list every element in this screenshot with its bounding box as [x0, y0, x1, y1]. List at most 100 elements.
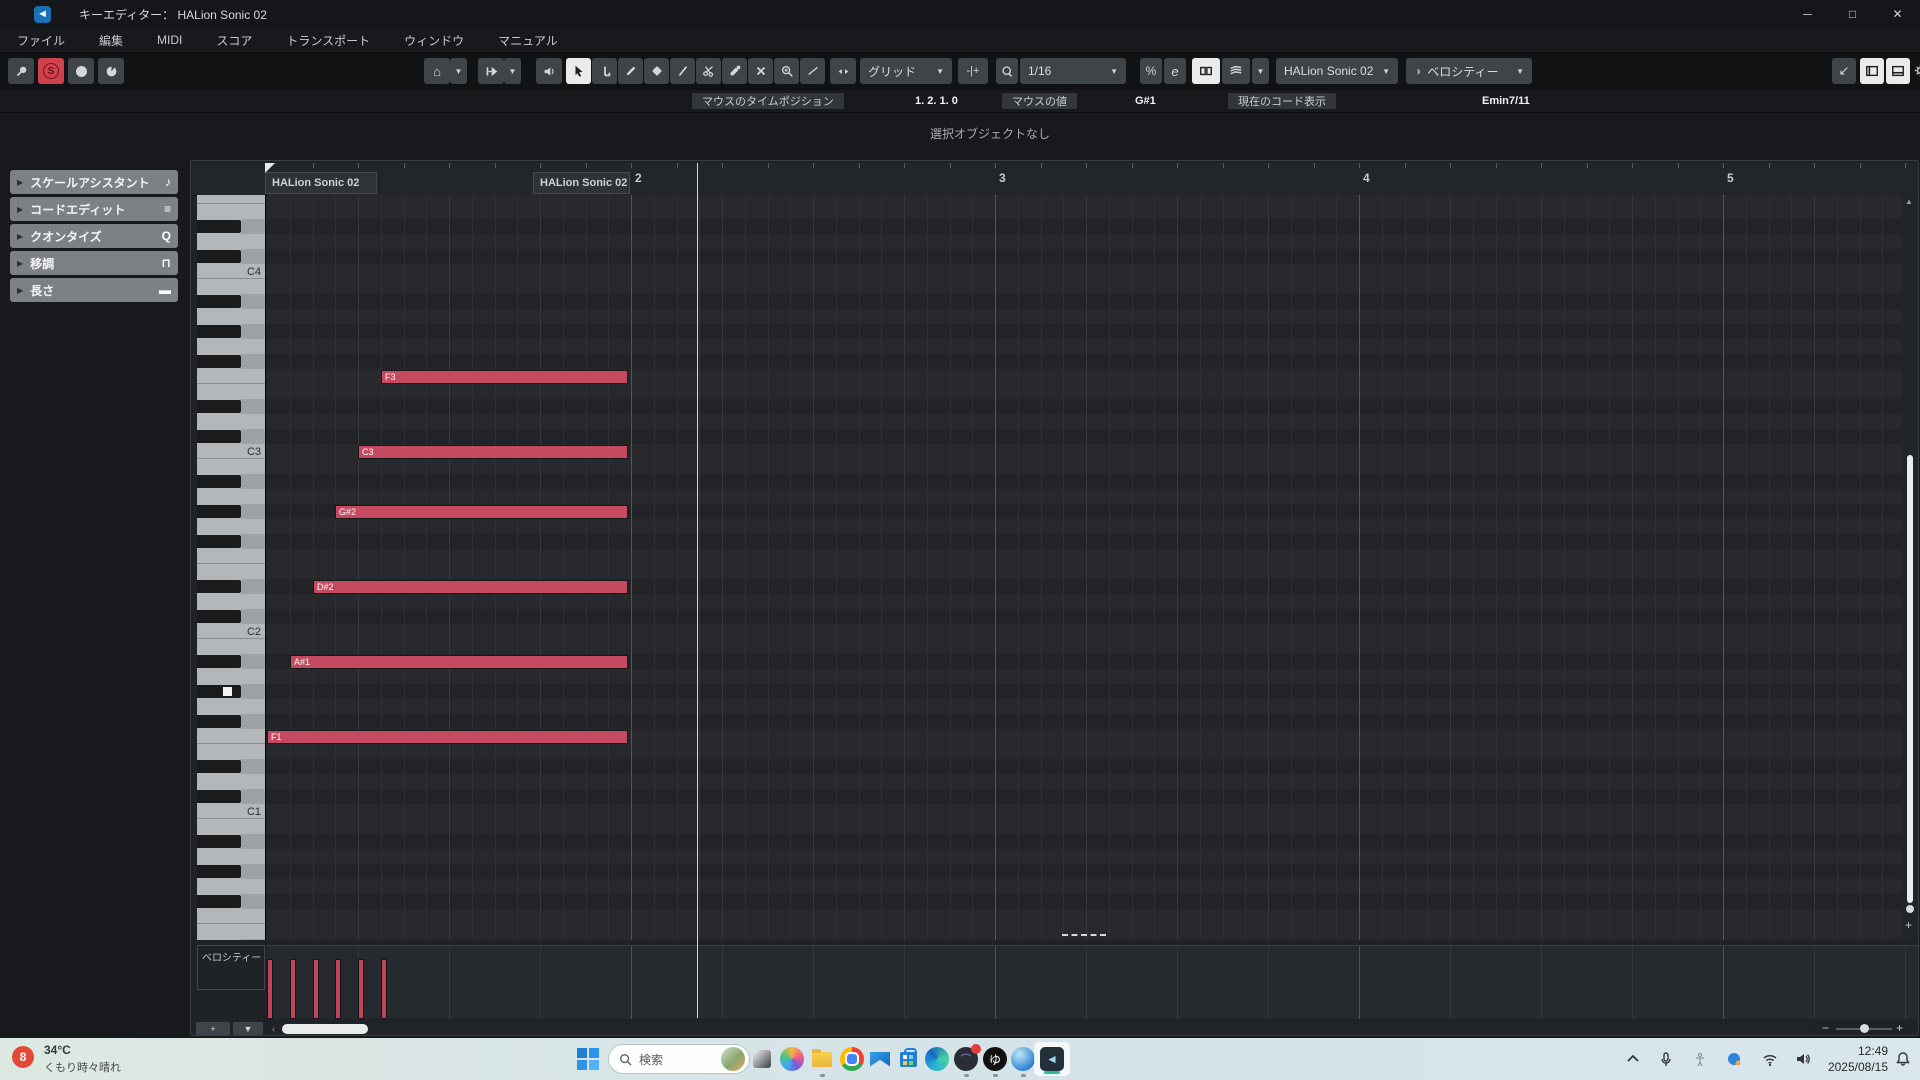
controller-lane-menu-button[interactable]: ▼: [233, 1022, 263, 1035]
tray-chevron-icon[interactable]: [1625, 1051, 1641, 1067]
active-part-dropdown[interactable]: HALion Sonic 02 ▼: [1276, 58, 1398, 84]
piano-key-black[interactable]: [197, 475, 241, 488]
piano-key-black[interactable]: [197, 610, 241, 623]
taskbar-app-explorer[interactable]: [810, 1047, 834, 1071]
autoscroll-dropdown[interactable]: ▼: [504, 58, 521, 84]
tray-app-icon[interactable]: [1726, 1051, 1742, 1067]
taskbar-app-edge[interactable]: [925, 1047, 949, 1071]
pin-editor-button[interactable]: [8, 58, 34, 84]
taskbar-app-chrome[interactable]: [840, 1047, 864, 1071]
iterative-quantize-button[interactable]: %: [1140, 58, 1162, 84]
title-bar[interactable]: ◄ キーエディター： HALion Sonic 02: [0, 0, 1920, 28]
piano-key-black[interactable]: [197, 835, 241, 848]
vertical-scroll-thumb[interactable]: [1907, 455, 1913, 903]
tray-accessibility-icon[interactable]: [1692, 1051, 1708, 1067]
piano-key-black[interactable]: [197, 790, 241, 803]
midi-note[interactable]: F1: [267, 729, 628, 744]
erase-tool[interactable]: [644, 58, 669, 84]
menu-item-3[interactable]: スコア: [199, 32, 269, 49]
nudge-button[interactable]: -|+: [958, 58, 988, 84]
menu-item-4[interactable]: トランスポート: [269, 32, 387, 49]
hzoom-out-button[interactable]: −: [1822, 1021, 1829, 1035]
edit-active-part-only-button[interactable]: [1222, 58, 1250, 84]
inspector-section-2[interactable]: ▶ クオンタイズ Q: [10, 224, 178, 248]
piano-key-black[interactable]: [197, 865, 241, 878]
show-left-zone-button[interactable]: [1860, 58, 1884, 84]
glue-tool[interactable]: [722, 58, 747, 84]
piano-key-black[interactable]: [197, 400, 241, 413]
tray-microphone-icon[interactable]: [1658, 1051, 1674, 1067]
minimize-button[interactable]: ─: [1785, 0, 1830, 28]
taskbar-app-copilot[interactable]: [780, 1047, 804, 1071]
piano-keyboard[interactable]: C4 C3 C2 C1: [197, 195, 266, 940]
weather-temperature[interactable]: 34°C: [44, 1043, 71, 1057]
vzoom-slider-thumb[interactable]: [1906, 905, 1914, 913]
taskbar-app-discord[interactable]: ⌒: [954, 1044, 981, 1071]
show-lower-zone-button[interactable]: [1886, 58, 1910, 84]
weather-condition[interactable]: くもり時々晴れ: [44, 1059, 121, 1075]
retrospective-record-button[interactable]: [98, 58, 124, 84]
object-selection-tool[interactable]: [566, 58, 591, 84]
quantize-panel-button[interactable]: e: [1164, 58, 1186, 84]
taskbar-app-cubase[interactable]: ◄: [1040, 1047, 1064, 1071]
part-start-marker[interactable]: [265, 163, 275, 173]
piano-key-black[interactable]: [197, 325, 241, 338]
piano-key-black[interactable]: [197, 505, 241, 518]
toolbar-setup-gear-icon[interactable]: [1913, 63, 1920, 78]
weather-badge[interactable]: 8: [12, 1046, 34, 1068]
snap-button[interactable]: [830, 58, 856, 84]
velocity-bar[interactable]: [358, 959, 364, 1019]
add-controller-lane-button[interactable]: +: [196, 1022, 230, 1035]
part-label[interactable]: HALion Sonic 02: [265, 172, 377, 194]
horizontal-scroll-thumb[interactable]: [282, 1024, 368, 1034]
midi-note[interactable]: D#2: [313, 579, 628, 594]
scroll-left-arrow[interactable]: ‹: [272, 1024, 275, 1034]
taskbar-app-media[interactable]: ゆ: [983, 1047, 1007, 1071]
chord-display-value[interactable]: Emin7/11: [1482, 93, 1530, 109]
horizontal-scrollbar[interactable]: [270, 1023, 1810, 1035]
piano-key-black[interactable]: [197, 580, 241, 593]
piano-key-black[interactable]: [197, 535, 241, 548]
acoustic-feedback-button[interactable]: [536, 58, 562, 84]
menu-item-1[interactable]: 編集: [82, 32, 140, 49]
piano-key-black[interactable]: [197, 895, 241, 908]
project-cursor[interactable]: [697, 163, 698, 1018]
editor-setup-dropdown[interactable]: ▼: [450, 58, 467, 84]
show-part-borders-button[interactable]: [1192, 58, 1220, 84]
midi-note[interactable]: C3: [358, 444, 628, 459]
velocity-bar[interactable]: [381, 959, 387, 1019]
draw-tool[interactable]: [618, 58, 643, 84]
taskbar-clock[interactable]: 12:49 2025/08/15: [1812, 1043, 1888, 1075]
controller-selector-dropdown[interactable]: ◑ ベロシティー ▼: [1406, 58, 1532, 84]
velocity-bar[interactable]: [290, 959, 296, 1019]
maximize-button[interactable]: □: [1830, 0, 1875, 28]
mouse-value[interactable]: G#1: [1135, 93, 1156, 109]
quantize-icon-button[interactable]: [996, 58, 1018, 84]
velocity-bar[interactable]: [267, 959, 273, 1019]
hzoom-slider-thumb[interactable]: [1860, 1024, 1869, 1033]
velocity-lane-header[interactable]: ベロシティー: [197, 945, 265, 990]
hzoom-in-button[interactable]: +: [1896, 1021, 1903, 1035]
quantize-preset-dropdown[interactable]: 1/16 ▼: [1020, 58, 1126, 84]
tray-notification-bell-icon[interactable]: [1895, 1051, 1911, 1067]
piano-key-black[interactable]: [197, 250, 241, 263]
timeline-ruler[interactable]: HALion Sonic 02 HALion Sonic 02 2 3 4 5: [192, 163, 1918, 196]
taskbar-app-store[interactable]: [896, 1047, 920, 1071]
tray-wifi-icon[interactable]: [1762, 1051, 1778, 1067]
velocity-bar[interactable]: [335, 959, 341, 1019]
taskbar-app-start[interactable]: [576, 1047, 600, 1071]
menu-midi[interactable]: MIDI: [140, 33, 199, 47]
velocity-bar[interactable]: [313, 959, 319, 1019]
knife-tool[interactable]: [670, 58, 695, 84]
piano-key-black[interactable]: [197, 355, 241, 368]
solo-button[interactable]: S: [38, 58, 64, 84]
grid-type-dropdown[interactable]: グリッド ▼: [860, 58, 952, 84]
note-grid[interactable]: F3 C3 G#2 D#2 A#1 F1: [267, 195, 1918, 940]
vzoom-in-button[interactable]: +: [1905, 918, 1912, 932]
menu-item-5[interactable]: ウィンドウ: [387, 32, 481, 49]
midi-note[interactable]: A#1: [290, 654, 628, 669]
piano-key-black[interactable]: [197, 760, 241, 773]
mute-tool[interactable]: [748, 58, 773, 84]
midi-note[interactable]: F3: [381, 369, 628, 384]
taskbar-app-sphere[interactable]: [1011, 1047, 1035, 1071]
